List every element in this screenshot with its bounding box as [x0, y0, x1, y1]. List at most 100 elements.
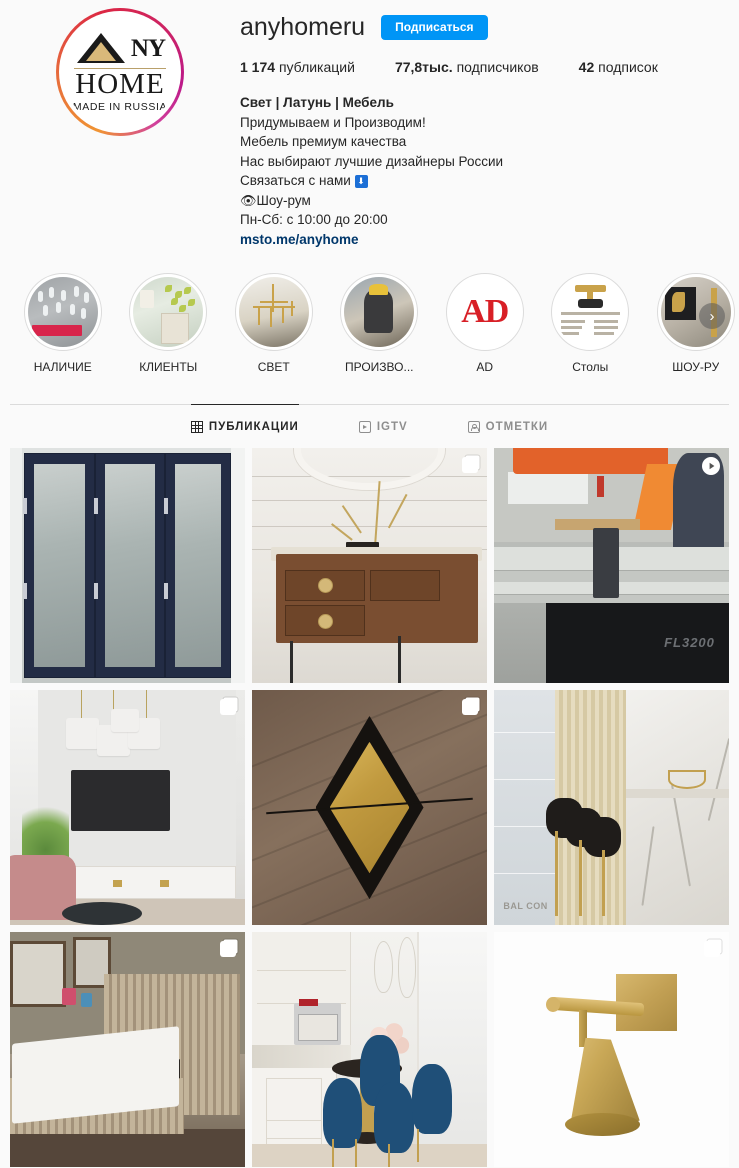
post-art-workshop-cnc: FL3200	[494, 448, 729, 683]
highlight-svet[interactable]: СВЕТ	[221, 273, 327, 374]
stat-followers[interactable]: 77,8тыс. подписчиков	[395, 59, 539, 75]
stat-followers-label: подписчиков	[456, 59, 539, 75]
username-row: anyhomeru Подписаться	[240, 12, 723, 42]
highlight-ring	[234, 273, 313, 351]
highlights-next-arrow-icon[interactable]: ›	[699, 303, 725, 329]
bio-line-4: Нас выбирают лучшие дизайнеры России	[240, 153, 504, 169]
highlight-ad[interactable]: AD AD	[432, 273, 538, 374]
post-thumbnail[interactable]	[252, 690, 487, 925]
highlight-label: НАЛИЧИЕ	[33, 360, 92, 374]
post-art-bed-fluted-headboard	[10, 932, 245, 1167]
highlight-thumbnail	[27, 277, 98, 347]
stat-posts-value: 1 174	[240, 59, 276, 75]
avatar-column: NY HOME MADE IN RUSSIA	[0, 4, 240, 249]
tab-igtv-label: IGTV	[376, 421, 408, 433]
highlight-art-production-worker	[344, 277, 415, 347]
profile-stats: 1 174 публикаций 77,8тыс. подписчиков 42…	[240, 59, 723, 75]
post-art-gold-diamond	[252, 690, 487, 925]
highlight-proizvodstvo[interactable]: ПРОИЗВО...	[327, 273, 433, 374]
highlight-ring: AD	[445, 273, 524, 351]
highlight-ring	[340, 273, 419, 351]
instagram-profile-page: NY HOME MADE IN RUSSIA anyhomeru Подписа…	[0, 0, 739, 1168]
story-highlights: НАЛИЧИЕ КЛИЕНТЫ СВЕТ ПРОИЗВО... AD AD Ст…	[0, 273, 739, 374]
tab-posts[interactable]: ПУБЛИКАЦИИ	[190, 404, 299, 445]
video-icon	[702, 457, 720, 475]
highlight-label: ПРОИЗВО...	[344, 360, 414, 374]
post-thumbnail[interactable]	[252, 448, 487, 683]
bio-contact-text: Связаться с нами	[240, 173, 351, 188]
bio-line-3: Мебель премиум качества	[240, 134, 407, 149]
posts-grid: FL3200 BAL CON	[0, 448, 739, 1167]
highlight-art-chandeliers	[27, 277, 98, 347]
post-art-bar-stools: BAL CON	[494, 690, 729, 925]
highlight-ring	[551, 273, 630, 351]
bio-line-6: 👁Шоу-рум	[240, 191, 723, 211]
follow-button[interactable]: Подписаться	[381, 14, 488, 40]
tagged-icon	[467, 421, 480, 433]
profile-header: NY HOME MADE IN RUSSIA anyhomeru Подписа…	[0, 0, 739, 249]
profile-tabs: ПУБЛИКАЦИИ IGTV ОТМЕТКИ	[10, 404, 729, 445]
bio-website-link[interactable]: msto.me/anyhome	[240, 232, 359, 247]
igtv-icon	[358, 421, 371, 433]
highlight-label: СВЕТ	[257, 360, 290, 374]
carousel-icon	[462, 457, 478, 473]
highlight-thumbnail	[238, 277, 309, 347]
highlight-label: КЛИЕНТЫ	[139, 360, 198, 374]
tab-igtv[interactable]: IGTV	[358, 404, 408, 445]
post-thumbnail[interactable]	[494, 932, 729, 1167]
highlight-klienty[interactable]: КЛИЕНТЫ	[116, 273, 222, 374]
tab-posts-label: ПУБЛИКАЦИИ	[208, 421, 299, 433]
bio-line-1: Свет | Латунь | Мебель	[240, 95, 394, 110]
carousel-icon	[704, 941, 720, 957]
highlight-label: ШОУ-РУ	[672, 360, 720, 374]
highlight-art-clients-interior	[133, 277, 204, 347]
avatar[interactable]: NY HOME MADE IN RUSSIA	[56, 8, 184, 136]
down-arrow-icon: ⬇	[354, 175, 368, 188]
post-art-navy-cabinet-doors	[10, 448, 245, 683]
highlight-ring	[23, 273, 102, 351]
highlight-art-brass-chandelier	[238, 277, 309, 347]
page-title: anyhomeru	[240, 13, 366, 41]
balcon-watermark: BAL CON	[503, 900, 548, 911]
carousel-icon	[462, 699, 478, 715]
post-art-wooden-desk	[252, 448, 487, 683]
logo-any-mark: NY	[73, 31, 167, 67]
post-thumbnail[interactable]: FL3200	[494, 448, 729, 683]
stat-following[interactable]: 42 подписок	[579, 59, 658, 75]
highlight-art-ad-logo: AD	[449, 277, 520, 347]
tab-tagged[interactable]: ОТМЕТКИ	[467, 404, 549, 445]
post-thumbnail[interactable]	[10, 690, 245, 925]
post-art-kitchen-blue-chairs	[252, 932, 487, 1167]
profile-bio: Свет | Латунь | Мебель Придумываем и Про…	[240, 93, 723, 249]
highlight-nalichie[interactable]: НАЛИЧИЕ	[10, 273, 116, 374]
logo-home-text: HOME	[75, 68, 165, 100]
highlight-thumbnail: AD	[449, 277, 520, 347]
highlight-ring	[129, 273, 208, 351]
carousel-icon	[220, 699, 236, 715]
bio-line-5: Связаться с нами ⬇	[240, 171, 723, 191]
post-thumbnail[interactable]: BAL CON	[494, 690, 729, 925]
ad-logo-text: AD	[461, 293, 509, 330]
brand-logo: NY HOME MADE IN RUSSIA	[63, 15, 177, 129]
logo-triangle-inner-icon	[86, 42, 116, 61]
highlight-stoly[interactable]: Столы	[538, 273, 644, 374]
post-art-brass-sconce	[494, 932, 729, 1167]
grid-icon	[190, 421, 203, 433]
highlight-thumbnail	[555, 277, 626, 347]
highlight-thumbnail	[133, 277, 204, 347]
post-thumbnail[interactable]	[252, 932, 487, 1167]
logo-ny-text: NY	[130, 35, 166, 62]
bio-line-7: Пн-Сб: с 10:00 до 20:00	[240, 212, 388, 227]
machine-label: FL3200	[664, 635, 715, 651]
highlight-show-room[interactable]: ШОУ-РУ	[643, 273, 739, 374]
stat-posts-label: публикаций	[278, 59, 355, 75]
bio-showroom-text: Шоу-рум	[256, 192, 311, 208]
highlight-thumbnail	[344, 277, 415, 347]
post-art-living-room	[10, 690, 245, 925]
eye-icon: 👁	[240, 192, 257, 208]
profile-info-column: anyhomeru Подписаться 1 174 публикаций 7…	[240, 4, 739, 249]
bio-line-2: Придумываем и Производим!	[240, 114, 426, 130]
post-thumbnail[interactable]	[10, 932, 245, 1167]
post-thumbnail[interactable]	[10, 448, 245, 683]
stat-posts: 1 174 публикаций	[240, 59, 355, 75]
